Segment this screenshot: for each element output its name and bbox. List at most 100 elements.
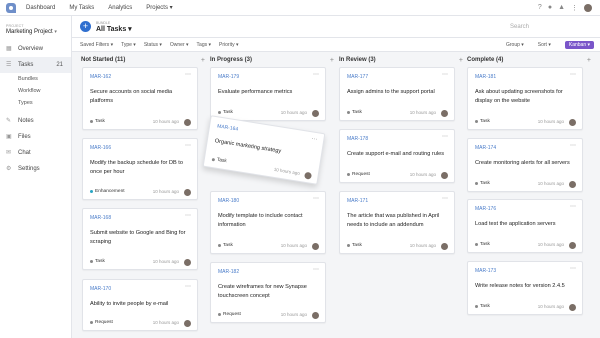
- add-card-icon[interactable]: +: [459, 57, 463, 64]
- task-card[interactable]: MAR-171 ⋯ The article that was published…: [339, 191, 455, 254]
- more-icon[interactable]: ⋯: [313, 266, 319, 273]
- apps-grid-icon[interactable]: ⋮: [571, 4, 578, 12]
- task-id-link[interactable]: MAR-182: [218, 269, 239, 275]
- sidebar-item-notes[interactable]: ✎ Notes: [0, 113, 71, 129]
- nav-analytics[interactable]: Analytics: [108, 5, 132, 11]
- task-id-link[interactable]: MAR-174: [475, 145, 496, 151]
- board-header: + BUNDLE All Tasks ▾ Search: [72, 16, 600, 38]
- task-card[interactable]: MAR-182 ⋯ Create wireframes for new Syna…: [210, 262, 326, 323]
- help-icon[interactable]: ?: [538, 4, 542, 11]
- sort-dropdown[interactable]: Sort ▾: [538, 42, 551, 48]
- nav-dashboard[interactable]: Dashboard: [26, 5, 55, 11]
- sidebar-item-chat[interactable]: ✉ Chat: [0, 145, 71, 161]
- type-filter[interactable]: Type ▾: [121, 42, 136, 48]
- task-card[interactable]: MAR-168 ⋯ Submit website to Google and B…: [82, 208, 198, 270]
- assignee-avatar[interactable]: [569, 242, 576, 249]
- assignee-avatar[interactable]: [312, 110, 319, 117]
- more-icon[interactable]: ⋯: [311, 135, 318, 143]
- more-icon[interactable]: ⋯: [570, 71, 576, 78]
- task-id-link[interactable]: MAR-180: [218, 198, 239, 204]
- settings-icon: ⚙: [6, 166, 12, 172]
- task-card[interactable]: MAR-173 ⋯ Write release notes for versio…: [467, 261, 583, 315]
- more-icon[interactable]: ⋯: [570, 265, 576, 272]
- assignee-avatar[interactable]: [184, 189, 191, 196]
- more-icon[interactable]: ⋯: [185, 142, 191, 149]
- sidebar-sub-types[interactable]: Types: [0, 97, 71, 109]
- assignee-avatar[interactable]: [312, 312, 319, 319]
- priority-filter[interactable]: Priority ▾: [219, 42, 238, 48]
- task-id-link[interactable]: MAR-168: [90, 215, 111, 221]
- more-icon[interactable]: ⋯: [185, 71, 191, 78]
- more-icon[interactable]: ⋯: [313, 195, 319, 202]
- assignee-avatar[interactable]: [441, 110, 448, 117]
- tags-filter[interactable]: Tags ▾: [197, 42, 211, 48]
- saved-filters-dropdown[interactable]: Saved Filters ▾: [80, 42, 113, 48]
- task-id-link[interactable]: MAR-181: [475, 74, 496, 80]
- task-card[interactable]: MAR-181 ⋯ Ask about updating screenshots…: [467, 67, 583, 130]
- sidebar-item-settings[interactable]: ⚙ Settings: [0, 161, 71, 177]
- sidebar-sub-workflow[interactable]: Workflow: [0, 85, 71, 97]
- more-icon[interactable]: ⋯: [313, 71, 319, 78]
- assignee-avatar[interactable]: [304, 171, 313, 180]
- add-card-icon[interactable]: +: [330, 57, 334, 64]
- task-card[interactable]: MAR-177 ⋯ Assign admins to the support p…: [339, 67, 455, 121]
- task-id-link[interactable]: MAR-166: [90, 145, 111, 151]
- task-card[interactable]: MAR-174 ⋯ Create monitoring alerts for a…: [467, 138, 583, 192]
- task-id-link[interactable]: MAR-176: [475, 206, 496, 212]
- task-card[interactable]: MAR-176 ⋯ Load test the application serv…: [467, 199, 583, 253]
- task-id-link[interactable]: MAR-173: [475, 268, 496, 274]
- task-card[interactable]: MAR-178 ⋯ Create support e-mail and rout…: [339, 129, 455, 183]
- add-task-button[interactable]: +: [80, 21, 91, 32]
- add-card-icon[interactable]: +: [201, 57, 205, 64]
- task-id-link[interactable]: MAR-164: [217, 123, 239, 132]
- nav-my-tasks[interactable]: My Tasks: [69, 5, 94, 11]
- more-icon[interactable]: ⋯: [570, 203, 576, 210]
- assignee-avatar[interactable]: [569, 181, 576, 188]
- task-title: The article that was published in April …: [347, 213, 440, 228]
- assignee-avatar[interactable]: [569, 304, 576, 311]
- assignee-avatar[interactable]: [184, 259, 191, 266]
- owner-filter[interactable]: Owner ▾: [170, 42, 189, 48]
- task-card[interactable]: MAR-162 ⋯ Secure accounts on social medi…: [82, 67, 198, 130]
- task-id-link[interactable]: MAR-162: [90, 74, 111, 80]
- task-title: Organic marketing strategy: [214, 138, 282, 155]
- bundle-selector[interactable]: BUNDLE All Tasks ▾: [96, 21, 132, 33]
- status-filter[interactable]: Status ▾: [144, 42, 162, 48]
- assignee-avatar[interactable]: [441, 172, 448, 179]
- more-icon[interactable]: ⋯: [442, 133, 448, 140]
- add-card-icon[interactable]: +: [587, 57, 591, 64]
- search-input[interactable]: Search: [510, 24, 590, 30]
- nav-projects[interactable]: Projects ▾: [146, 4, 172, 11]
- dragged-task-card[interactable]: MAR-164 ⋯ Organic marketing strategy Tas…: [202, 115, 326, 185]
- user-avatar[interactable]: [584, 3, 592, 12]
- notifications-icon[interactable]: ▲: [558, 4, 565, 11]
- task-card[interactable]: MAR-170 ⋯ Ability to invite people by e-…: [82, 279, 198, 331]
- assignee-avatar[interactable]: [441, 243, 448, 250]
- assignee-avatar[interactable]: [184, 320, 191, 327]
- task-id-link[interactable]: MAR-178: [347, 136, 368, 142]
- sidebar-item-tasks[interactable]: ☰ Tasks 21: [0, 57, 71, 73]
- more-icon[interactable]: ⋯: [442, 71, 448, 78]
- assignee-avatar[interactable]: [569, 119, 576, 126]
- task-id-link[interactable]: MAR-171: [347, 198, 368, 204]
- task-card[interactable]: MAR-179 ⋯ Evaluate performance metrics T…: [210, 67, 326, 121]
- group-dropdown[interactable]: Group ▾: [506, 42, 524, 48]
- task-card[interactable]: MAR-180 ⋯ Modify template to include con…: [210, 191, 326, 254]
- more-icon[interactable]: ⋯: [570, 142, 576, 149]
- more-icon[interactable]: ⋯: [185, 212, 191, 219]
- sidebar-item-files[interactable]: ▣ Files: [0, 129, 71, 145]
- sidebar-item-overview[interactable]: ▦ Overview: [0, 41, 71, 57]
- kanban-view-button[interactable]: Kanban ▾: [564, 40, 594, 49]
- task-id-link[interactable]: MAR-177: [347, 74, 368, 80]
- assignee-avatar[interactable]: [312, 243, 319, 250]
- more-icon[interactable]: ⋯: [185, 283, 191, 290]
- task-id-link[interactable]: MAR-170: [90, 286, 111, 292]
- task-card[interactable]: MAR-166 ⋯ Modify the backup schedule for…: [82, 138, 198, 200]
- column-header-in-progress: In Progress (3) +: [210, 55, 334, 65]
- app-logo[interactable]: [6, 2, 16, 13]
- more-icon[interactable]: ⋯: [442, 195, 448, 202]
- task-id-link[interactable]: MAR-179: [218, 74, 239, 80]
- chat-bubble-icon[interactable]: ●: [548, 4, 552, 11]
- assignee-avatar[interactable]: [184, 119, 191, 126]
- sidebar-sub-bundles[interactable]: Bundles: [0, 73, 71, 85]
